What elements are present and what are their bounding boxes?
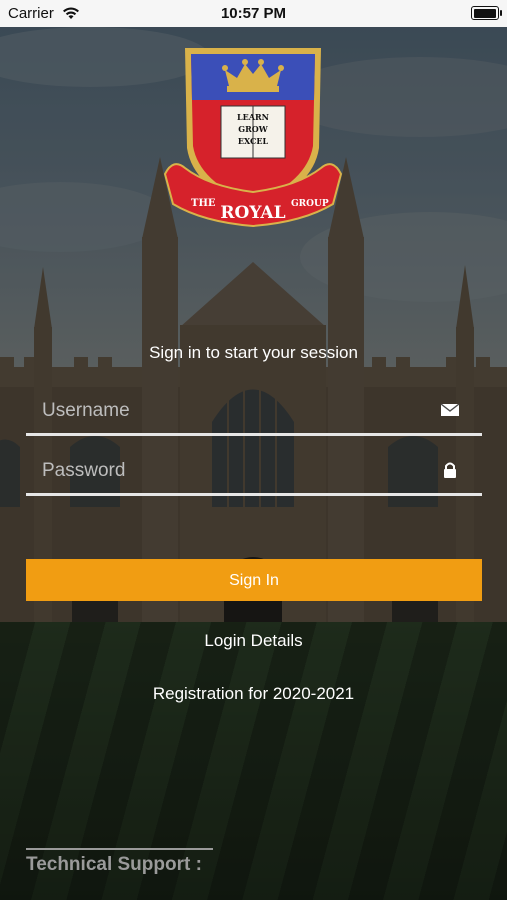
clock: 10:57 PM — [220, 5, 287, 22]
battery-icon — [471, 6, 502, 20]
technical-support-label: Technical Support : — [26, 848, 213, 876]
logo-banner-group: GROUP — [291, 199, 329, 209]
registration-link[interactable]: Registration for 2020-2021 — [0, 684, 507, 704]
password-field[interactable] — [26, 449, 482, 496]
royal-group-logo: LEARN GROW EXCEL THE ROYAL GROUP — [163, 48, 343, 228]
logo-motto-line-2: GROW — [238, 124, 268, 134]
logo-banner-royal: ROYAL — [220, 203, 285, 223]
status-bar: Carrier 10:57 PM — [0, 0, 507, 27]
password-input[interactable] — [40, 455, 434, 487]
signin-subtitle: Sign in to start your session — [149, 343, 358, 362]
logo-banner-the: THE — [191, 198, 216, 209]
envelope-icon — [440, 403, 460, 416]
username-field[interactable] — [26, 389, 482, 436]
lock-icon — [444, 462, 456, 478]
login-details-link[interactable]: Login Details — [0, 631, 507, 651]
signin-button[interactable]: Sign In — [26, 559, 482, 601]
logo-motto-line-3: EXCEL — [238, 136, 269, 146]
username-input[interactable] — [40, 395, 434, 427]
logo-motto-line-1: LEARN — [237, 112, 269, 122]
